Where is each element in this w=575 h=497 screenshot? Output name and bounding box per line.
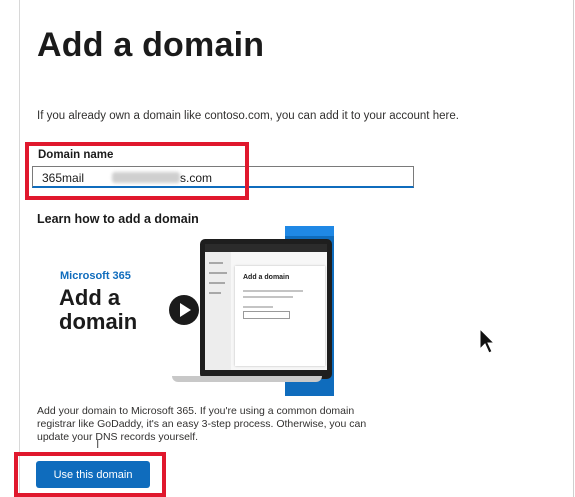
redacted-text (112, 172, 180, 183)
screen-card-line (243, 290, 303, 292)
intro-text: If you already own a domain like contoso… (37, 110, 459, 122)
frame-border-left (19, 0, 20, 497)
screen-sidebar-line (209, 292, 221, 294)
screen-sidebar (205, 252, 231, 370)
screen-sidebar-line (209, 282, 225, 284)
play-button[interactable] (169, 295, 199, 325)
video-description: Add your domain to Microsoft 365. If you… (37, 405, 367, 443)
video-thumbnail[interactable]: Microsoft 365 Add a domain Add a domain (37, 226, 334, 396)
play-icon (180, 303, 191, 317)
screen-card: Add a domain (235, 266, 325, 366)
screen-topbar (205, 244, 327, 252)
frame-border-right (573, 0, 574, 497)
use-this-domain-button[interactable]: Use this domain (36, 461, 150, 488)
domain-name-input[interactable]: 365mail s.com (32, 166, 414, 188)
screen-sidebar-line (209, 272, 227, 274)
video-accent-strip (285, 226, 334, 236)
screen-card-line (243, 306, 273, 308)
page-title: Add a domain (37, 26, 265, 64)
domain-value-suffix: s.com (180, 171, 213, 185)
domain-name-label: Domain name (38, 149, 114, 161)
laptop-base (172, 376, 322, 382)
screen-card-title: Add a domain (243, 274, 290, 281)
learn-heading: Learn how to add a domain (37, 212, 199, 226)
video-brand: Microsoft 365 (60, 270, 131, 282)
mouse-pointer-icon (479, 328, 495, 354)
screen-sidebar-line (209, 262, 223, 264)
screen-card-line (243, 296, 293, 298)
video-title: Add a domain (59, 285, 138, 334)
laptop-screen: Add a domain (205, 244, 327, 370)
text-cursor-icon: I (96, 437, 100, 451)
screen-card-input (243, 311, 290, 319)
laptop-illustration: Add a domain (200, 239, 332, 379)
domain-value-prefix: 365mail (42, 171, 85, 185)
